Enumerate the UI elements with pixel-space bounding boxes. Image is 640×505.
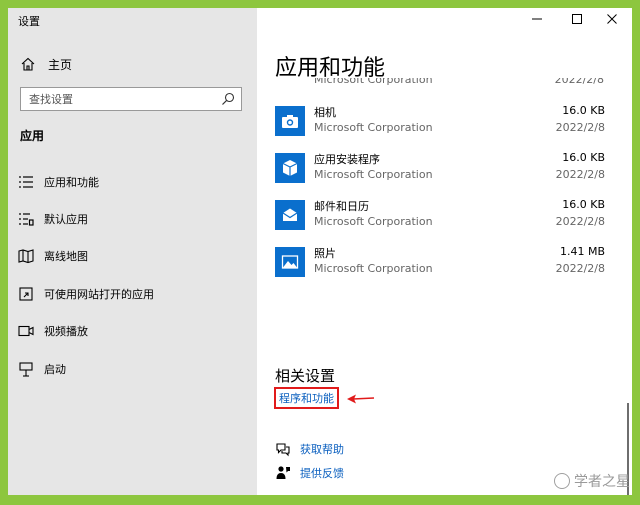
- give-feedback-link[interactable]: 提供反馈: [275, 465, 344, 481]
- camera-icon: [275, 106, 305, 136]
- app-publisher: Microsoft Corporation: [314, 121, 433, 134]
- minimize-icon: [532, 18, 542, 20]
- offline-maps-icon: [18, 248, 34, 264]
- video-playback-icon: [18, 323, 34, 339]
- red-arrow-annotation: [347, 394, 375, 404]
- sidebar-item-label: 离线地图: [44, 250, 88, 263]
- list-item[interactable]: 应用安装程序 16.0 KB Microsoft Corporation 202…: [275, 151, 605, 189]
- sidebar-item-label: 视频播放: [44, 325, 88, 338]
- home-icon: [21, 57, 35, 71]
- maximize-button[interactable]: [557, 8, 597, 30]
- get-help-label: 获取帮助: [300, 443, 344, 456]
- watermark: 学者之星: [554, 471, 630, 491]
- app-installer-icon: [275, 153, 305, 183]
- watermark-logo-icon: [554, 473, 570, 489]
- feedback-icon: [276, 466, 290, 479]
- sidebar-item-label: 应用和功能: [44, 176, 99, 189]
- app-date: 2022/2/8: [555, 262, 605, 275]
- app-publisher: Microsoft Corporation: [314, 78, 433, 86]
- main-pane: 应用和功能 Microsoft Corporation 2022/2/8 相机 …: [257, 8, 632, 495]
- sidebar-item-label: 默认应用: [44, 213, 88, 226]
- app-size: 16.0 KB: [562, 198, 605, 211]
- default-apps-icon: [18, 211, 34, 227]
- related-settings-heading: 相关设置: [275, 367, 336, 385]
- startup-icon: [18, 361, 34, 377]
- photos-icon: [275, 247, 305, 277]
- list-item[interactable]: 邮件和日历 16.0 KB Microsoft Corporation 2022…: [275, 198, 605, 236]
- app-size: 16.0 KB: [562, 151, 605, 164]
- list-item[interactable]: 相机 16.0 KB Microsoft Corporation 2022/2/…: [275, 104, 605, 142]
- app-size: 1.41 MB: [559, 245, 605, 258]
- apps-list-icon: [18, 174, 34, 190]
- watermark-text: 学者之星: [574, 474, 630, 490]
- search-input[interactable]: 查找设置: [20, 87, 242, 111]
- app-name: 应用安装程序: [314, 153, 380, 166]
- sidebar-item-default-apps[interactable]: 默认应用: [18, 209, 88, 229]
- get-help-link[interactable]: 获取帮助: [275, 441, 344, 457]
- sidebar-item-startup[interactable]: 启动: [18, 359, 66, 379]
- close-button[interactable]: [592, 8, 632, 30]
- sidebar-item-label: 启动: [44, 363, 66, 376]
- app-name: 邮件和日历: [314, 200, 369, 213]
- sidebar-item-offline-maps[interactable]: 离线地图: [18, 246, 88, 266]
- programs-and-features-link[interactable]: 程序和功能: [274, 387, 339, 409]
- app-date: 2022/2/8: [555, 121, 605, 134]
- nav-home[interactable]: 主页: [20, 54, 72, 74]
- search-icon[interactable]: [221, 92, 235, 106]
- app-date: 2022/2/8: [554, 78, 604, 86]
- sidebar-item-apps-features[interactable]: 应用和功能: [18, 172, 99, 192]
- maximize-icon: [572, 14, 582, 24]
- app-size: 16.0 KB: [562, 104, 605, 117]
- nav-pane: 设置 主页 查找设置 应用 应用和功能 默认应用 离线地图 可使用网站打开的应用…: [8, 8, 257, 495]
- list-item-clipped[interactable]: Microsoft Corporation 2022/2/8: [257, 78, 632, 90]
- app-name: 照片: [314, 247, 336, 260]
- sidebar-item-video-playback[interactable]: 视频播放: [18, 321, 88, 341]
- apps-for-websites-icon: [18, 286, 34, 302]
- help-chat-icon: [276, 443, 290, 457]
- nav-section-label: 应用: [20, 129, 45, 143]
- app-date: 2022/2/8: [555, 215, 605, 228]
- app-name: 相机: [314, 106, 336, 119]
- mail-icon: [275, 200, 305, 230]
- sidebar-item-label: 可使用网站打开的应用: [44, 288, 154, 301]
- app-publisher: Microsoft Corporation: [314, 262, 433, 275]
- app-date: 2022/2/8: [555, 168, 605, 181]
- close-icon: [607, 14, 617, 24]
- app-publisher: Microsoft Corporation: [314, 168, 433, 181]
- sidebar-item-apps-for-websites[interactable]: 可使用网站打开的应用: [18, 284, 154, 304]
- nav-home-label: 主页: [48, 57, 73, 72]
- window-title: 设置: [18, 15, 40, 28]
- search-placeholder: 查找设置: [29, 93, 73, 106]
- minimize-button[interactable]: [517, 8, 557, 30]
- list-item[interactable]: 照片 1.41 MB Microsoft Corporation 2022/2/…: [275, 245, 605, 283]
- give-feedback-label: 提供反馈: [300, 467, 344, 480]
- settings-window: 设置 主页 查找设置 应用 应用和功能 默认应用 离线地图 可使用网站打开的应用…: [8, 8, 632, 495]
- app-publisher: Microsoft Corporation: [314, 215, 433, 228]
